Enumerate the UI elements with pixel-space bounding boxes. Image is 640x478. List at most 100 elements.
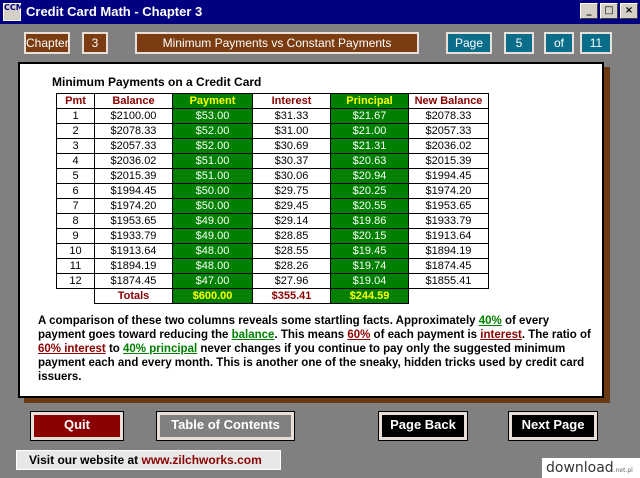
window-controls: _ □ × (580, 3, 638, 19)
col-header-payment: Payment (172, 93, 253, 109)
table-row: 3 $2057.33 $52.00 $30.69 $21.31 $2036.02 (56, 138, 489, 154)
cell-balance: $2015.39 (94, 168, 173, 184)
cell-balance: $1913.64 (94, 243, 173, 259)
table-row: 4 $2036.02 $51.00 $30.37 $20.63 $2015.39 (56, 153, 489, 169)
cell-payment: $53.00 (172, 108, 253, 124)
cell-interest: $29.75 (252, 183, 331, 199)
payments-table: Pmt Balance Payment Interest Principal N… (56, 93, 489, 304)
cell-pmt: 8 (56, 213, 95, 229)
col-header-pmt: Pmt (56, 93, 95, 109)
total-interest: $355.41 (252, 288, 331, 304)
highlight-balance: balance (231, 329, 275, 341)
table-row: 7 $1974.20 $50.00 $29.45 $20.55 $1953.65 (56, 198, 489, 214)
cell-pmt: 1 (56, 108, 95, 124)
cell-interest: $29.45 (252, 198, 331, 214)
cell-principal: $20.25 (330, 183, 409, 199)
cell-principal: $21.67 (330, 108, 409, 124)
table-row: 11 $1894.19 $48.00 $28.26 $19.74 $1874.45 (56, 258, 489, 274)
cell-interest: $27.96 (252, 273, 331, 289)
cell-new-balance: $2078.33 (408, 108, 489, 124)
cell-balance: $2057.33 (94, 138, 173, 154)
maximize-button[interactable]: □ (600, 3, 618, 19)
table-row: 2 $2078.33 $52.00 $31.00 $21.00 $2057.33 (56, 123, 489, 139)
totals-row: Totals $600.00 $355.41 $244.59 (57, 288, 489, 304)
chapter-number: 3 (82, 32, 108, 54)
cell-interest: $31.33 (252, 108, 331, 124)
watermark-text: download (546, 460, 614, 476)
cell-payment: $50.00 (172, 198, 253, 214)
cell-payment: $51.00 (172, 168, 253, 184)
chapter-title: Minimum Payments vs Constant Payments (135, 32, 419, 54)
cell-new-balance: $2015.39 (408, 153, 489, 169)
highlight-40-principal: 40% principal (123, 343, 198, 355)
col-header-new-balance: New Balance (408, 93, 489, 109)
cell-interest: $28.85 (252, 228, 331, 244)
page-back-button[interactable]: Page Back (378, 411, 468, 441)
page-label: Page (446, 32, 492, 54)
cell-new-balance: $1953.65 (408, 198, 489, 214)
app-icon: CCM (3, 3, 24, 21)
cell-balance: $1933.79 (94, 228, 173, 244)
minimize-button[interactable]: _ (580, 3, 598, 19)
cell-new-balance: $1855.41 (408, 273, 489, 289)
website-link[interactable]: www.zilchworks.com (141, 453, 261, 467)
table-row: 9 $1933.79 $49.00 $28.85 $20.15 $1913.64 (56, 228, 489, 244)
cell-payment: $52.00 (172, 138, 253, 154)
table-row: 6 $1994.45 $50.00 $29.75 $20.25 $1974.20 (56, 183, 489, 199)
col-header-interest: Interest (252, 93, 331, 109)
total-payment: $600.00 (172, 288, 253, 304)
highlight-40-percent: 40% (478, 315, 502, 327)
cell-principal: $20.63 (330, 153, 409, 169)
cell-principal: $19.86 (330, 213, 409, 229)
download-watermark: download.net.pl (542, 458, 640, 478)
page-number: 5 (504, 32, 534, 54)
cell-principal: $19.04 (330, 273, 409, 289)
title-bar: CCM Credit Card Math - Chapter 3 _ □ × (0, 0, 640, 24)
total-principal: $244.59 (330, 288, 409, 304)
next-page-button[interactable]: Next Page (508, 411, 598, 441)
cell-interest: $30.37 (252, 153, 331, 169)
cell-balance: $2100.00 (94, 108, 173, 124)
cell-new-balance: $1933.79 (408, 213, 489, 229)
cell-interest: $29.14 (252, 213, 331, 229)
quit-button[interactable]: Quit (30, 411, 124, 441)
totals-label: Totals (94, 288, 173, 304)
cell-balance: $1974.20 (94, 198, 173, 214)
cell-balance: $1874.45 (94, 273, 173, 289)
cell-pmt: 3 (56, 138, 95, 154)
cell-pmt: 4 (56, 153, 95, 169)
highlight-interest: interest (480, 329, 522, 341)
cell-payment: $48.00 (172, 243, 253, 259)
cell-balance: $1953.65 (94, 213, 173, 229)
cell-interest: $31.00 (252, 123, 331, 139)
cell-balance: $2078.33 (94, 123, 173, 139)
col-header-balance: Balance (94, 93, 173, 109)
close-button[interactable]: × (620, 3, 638, 19)
cell-new-balance: $1974.20 (408, 183, 489, 199)
table-row: 12 $1874.45 $47.00 $27.96 $19.04 $1855.41 (56, 273, 489, 289)
table-row: 8 $1953.65 $49.00 $29.14 $19.86 $1933.79 (56, 213, 489, 229)
col-header-principal: Principal (330, 93, 409, 109)
cell-principal: $19.74 (330, 258, 409, 274)
cell-balance: $1994.45 (94, 183, 173, 199)
table-row: 5 $2015.39 $51.00 $30.06 $20.94 $1994.45 (56, 168, 489, 184)
cell-pmt: 2 (56, 123, 95, 139)
table-row: 10 $1913.64 $48.00 $28.55 $19.45 $1894.19 (56, 243, 489, 259)
cell-pmt: 10 (56, 243, 95, 259)
chapter-label: Chapter (24, 32, 70, 54)
cell-new-balance: $2057.33 (408, 123, 489, 139)
cell-payment: $49.00 (172, 213, 253, 229)
website-prefix: Visit our website at (29, 453, 142, 467)
website-banner: Visit our website at www.zilchworks.com (16, 450, 281, 470)
cell-interest: $28.26 (252, 258, 331, 274)
cell-balance: $2036.02 (94, 153, 173, 169)
cell-pmt: 5 (56, 168, 95, 184)
page-total: 11 (580, 32, 612, 54)
cell-payment: $51.00 (172, 153, 253, 169)
cell-principal: $20.15 (330, 228, 409, 244)
cell-new-balance: $1913.64 (408, 228, 489, 244)
cell-interest: $30.06 (252, 168, 331, 184)
of-label: of (544, 32, 574, 54)
table-of-contents-button[interactable]: Table of Contents (156, 411, 295, 441)
table-title: Minimum Payments on a Credit Card (52, 75, 262, 89)
